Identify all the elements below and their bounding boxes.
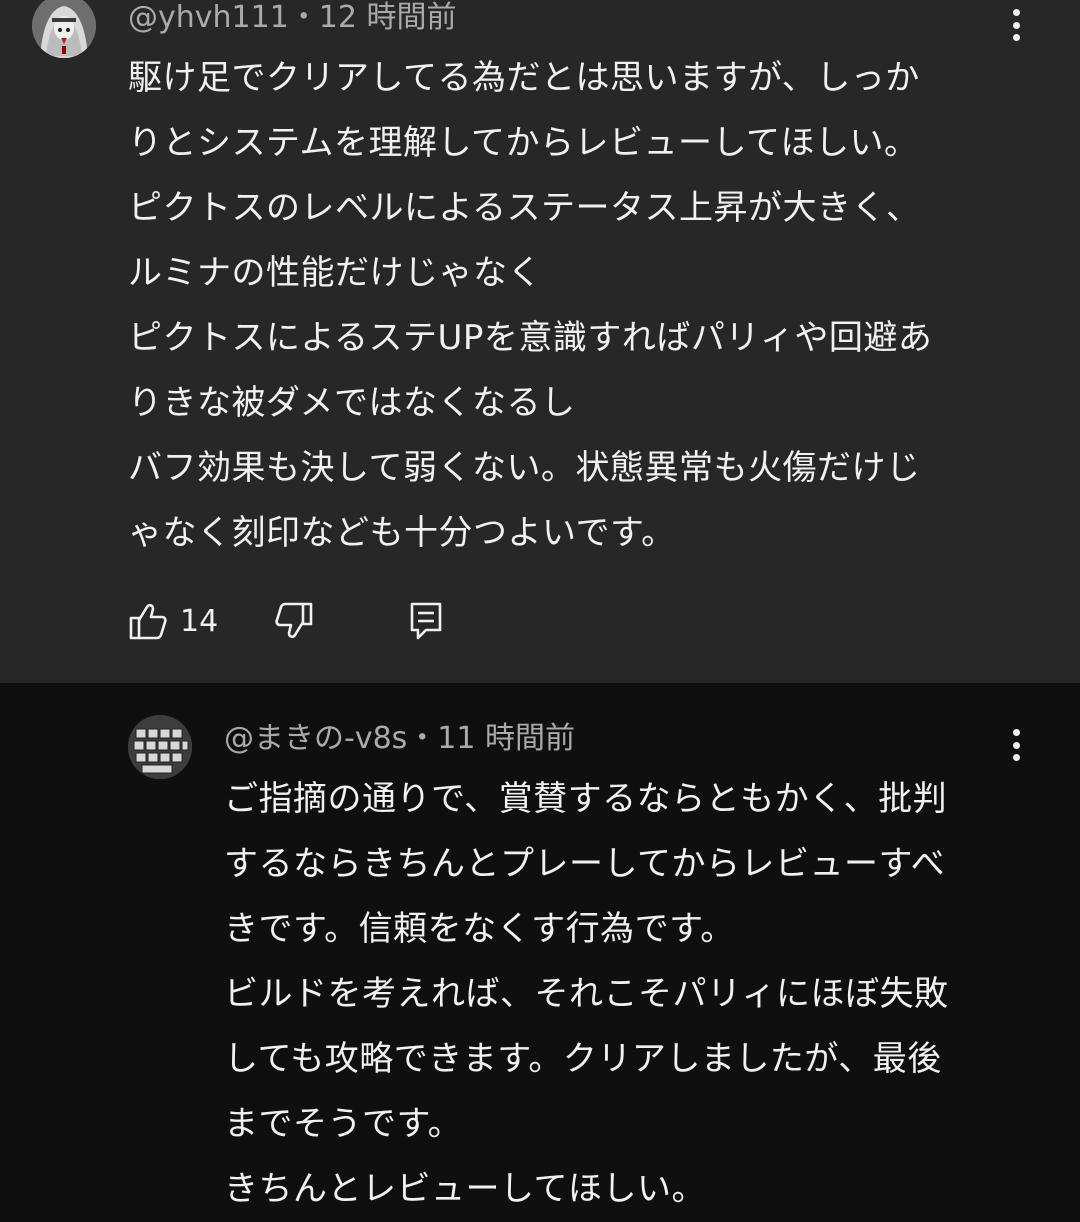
comment-line: きです。信頼をなくす行為です。 bbox=[224, 909, 735, 949]
comment-body: 駆け足でクリアしてる為だとは思いますが、しっか りとシステムを理解してからレビュ… bbox=[128, 46, 1008, 566]
comment-line: バフ効果も決して弱くない。状態異常も火傷だけじ bbox=[128, 448, 921, 488]
comment-line: しても攻略できます。クリアしましたが、最後 bbox=[224, 1039, 942, 1079]
author-avatar[interactable] bbox=[32, 0, 96, 58]
comment-line: ルミナの性能だけじゃなく bbox=[128, 253, 542, 293]
comment-line: までそうです。 bbox=[224, 1104, 463, 1144]
comment-timestamp[interactable]: 12 時間前 bbox=[319, 0, 457, 35]
comment-line: りとシステムを理解してからレビューしてほしい。 bbox=[128, 123, 919, 163]
comment-author[interactable]: @yhvh111 bbox=[128, 0, 289, 35]
comment-line: ピクトスのレベルによるステータス上昇が大きく、 bbox=[128, 188, 921, 228]
meta-separator: ・ bbox=[288, 0, 319, 35]
comment-line: ゃなく刻印なども十分つよいです。 bbox=[128, 513, 676, 553]
comment-line: ピクトスによるステUPを意識すればパリィや回避あ bbox=[128, 318, 933, 358]
comment-thread-top: @yhvh111・12 時間前 駆け足でクリアしてる為だとは思いますが、しっか … bbox=[0, 0, 1080, 683]
author-avatar[interactable] bbox=[128, 715, 192, 779]
comment-meta: @まきの-v8s・11 時間前 bbox=[224, 719, 575, 759]
meta-separator: ・ bbox=[407, 721, 438, 756]
thumb-up-icon[interactable] bbox=[128, 600, 168, 644]
more-vert-icon[interactable] bbox=[1004, 725, 1028, 765]
comment-line: りきな被ダメではなくなるし bbox=[128, 383, 576, 423]
thumb-down-icon[interactable] bbox=[274, 600, 314, 644]
comment-line: するならきちんとプレーしてからレビューすべ bbox=[224, 844, 946, 884]
more-vert-icon[interactable] bbox=[1004, 5, 1028, 45]
comment-line: ビルドを考えれば、それこそパリィにほぼ失敗 bbox=[224, 974, 949, 1014]
comment-line: ご指摘の通りで、賞賛するならともかく、批判 bbox=[224, 779, 948, 819]
comment-timestamp[interactable]: 11 時間前 bbox=[437, 721, 575, 756]
comment-author[interactable]: @まきの-v8s bbox=[224, 721, 407, 756]
avatar-image bbox=[128, 715, 192, 779]
avatar-image bbox=[32, 0, 96, 58]
reply-comment-icon[interactable] bbox=[406, 600, 446, 644]
like-count: 14 bbox=[180, 604, 219, 639]
comment-body: ご指摘の通りで、賞賛するならともかく、批判 するならきちんとプレーしてからレビュ… bbox=[224, 767, 1014, 1222]
comment-actions: 14 bbox=[128, 600, 528, 644]
comment-meta: @yhvh111・12 時間前 bbox=[128, 0, 457, 38]
comment-reply: @まきの-v8s・11 時間前 ご指摘の通りで、賞賛するならともかく、批判 する… bbox=[0, 683, 1080, 1217]
comment-line: きちんとレビューしてほしい。 bbox=[224, 1169, 706, 1209]
comment-line: 駆け足でクリアしてる為だとは思いますが、しっか bbox=[128, 58, 920, 98]
